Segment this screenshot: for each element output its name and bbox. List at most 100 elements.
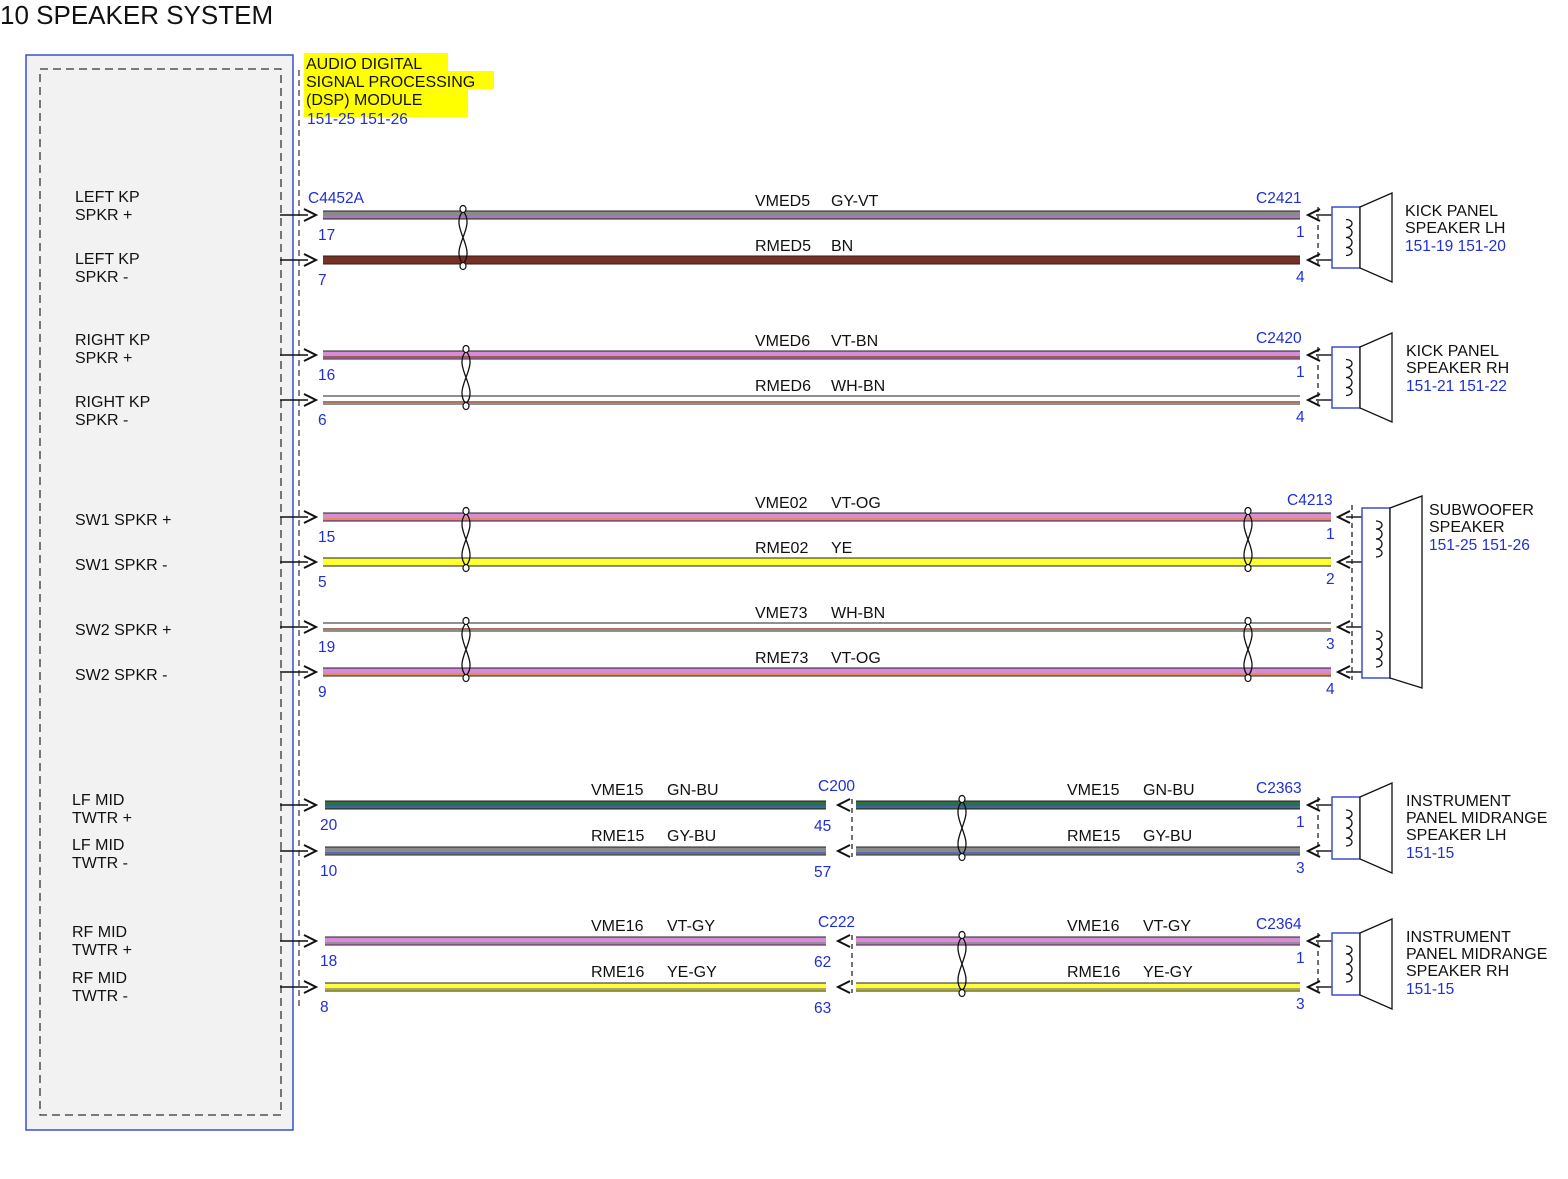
module-pin-label: LF MID <box>72 792 124 809</box>
twist-end <box>462 673 470 683</box>
inline-connector-arrow <box>835 844 851 858</box>
wire-color-code: VT-GY <box>667 918 715 935</box>
module-name-line: (DSP) MODULE <box>306 92 422 109</box>
speaker-cone-icon <box>1359 332 1393 423</box>
speaker-cone-icon <box>1359 918 1393 1010</box>
speaker-cone-icon <box>1359 192 1393 283</box>
wire-color-code: GY-BU <box>667 828 716 845</box>
speaker-name: SPEAKER <box>1429 519 1505 536</box>
inline-connector-arrow <box>835 980 851 994</box>
module-pin-label: SW2 SPKR + <box>75 622 171 639</box>
speaker-name: INSTRUMENT <box>1406 929 1511 946</box>
twist-end <box>459 204 467 214</box>
twist-end <box>462 344 470 354</box>
module-pin-label: RIGHT KP <box>75 332 150 349</box>
speaker-ref-link[interactable]: 151-19 151-20 <box>1405 238 1506 255</box>
speaker-name: SPEAKER RH <box>1406 963 1509 980</box>
wire-color-code: VT-GY <box>1143 918 1191 935</box>
far-pin-number: 4 <box>1296 409 1305 426</box>
wire-color-code: GN-BU <box>667 782 719 799</box>
speakers: KICK PANELSPEAKER LH151-19 151-20KICK PA… <box>1317 192 1547 1010</box>
module-pin-label: SW2 SPKR - <box>75 667 167 684</box>
far-connector-id: C2420 <box>1256 330 1302 347</box>
module-pin-label: LF MID <box>72 837 124 854</box>
module-pin-number: 10 <box>320 863 338 880</box>
circuit-id: VMED6 <box>755 333 810 350</box>
speaker-name: KICK PANEL <box>1405 203 1498 220</box>
module-pin-label: SW1 SPKR - <box>75 557 167 574</box>
speaker-name: KICK PANEL <box>1406 343 1499 360</box>
twist-end <box>1244 616 1252 626</box>
module-pin-label: LEFT KP <box>75 189 140 206</box>
speaker-name: PANEL MIDRANGE <box>1406 946 1547 963</box>
circuit-id: RME16 <box>1067 964 1120 981</box>
speaker-ref-link[interactable]: 151-21 151-22 <box>1406 378 1507 395</box>
wire-color-code: GN-BU <box>1143 782 1195 799</box>
module-pin-number: 8 <box>320 999 329 1016</box>
far-pin-number: 2 <box>1326 571 1335 588</box>
circuit-id: VME73 <box>755 605 808 622</box>
twist-end <box>462 616 470 626</box>
circuit-id: RME15 <box>1067 828 1120 845</box>
far-pin-number: 1 <box>1296 950 1305 967</box>
wire-color-code: WH-BN <box>831 378 885 395</box>
far-pin-number: 1 <box>1296 364 1305 381</box>
twist-end <box>958 852 966 862</box>
far-connector-id: C2364 <box>1256 916 1302 933</box>
speaker-ref-link[interactable]: 151-25 151-26 <box>1429 537 1530 554</box>
wire-color-code: YE <box>831 540 852 557</box>
module-pin-label: LEFT KP <box>75 251 140 268</box>
module-pin-label: TWTR - <box>72 855 128 872</box>
circuit-id: RMED5 <box>755 238 811 255</box>
speaker-name: INSTRUMENT <box>1406 793 1511 810</box>
wire-color-code: VT-OG <box>831 495 881 512</box>
wire-color-code: VT-OG <box>831 650 881 667</box>
speaker-ref-link[interactable]: 151-15 <box>1406 845 1454 862</box>
module-pin-label: RF MID <box>72 970 127 987</box>
circuit-id: RME15 <box>591 828 644 845</box>
twist-end <box>958 988 966 998</box>
inline-pin-number: 45 <box>814 818 831 835</box>
speaker-name: PANEL MIDRANGE <box>1406 810 1547 827</box>
dsp-module-box <box>25 54 294 1131</box>
far-pin-number: 3 <box>1296 996 1305 1013</box>
module-ref-link[interactable]: 151-25 151-26 <box>307 111 408 128</box>
module-pin-number: 19 <box>318 639 335 656</box>
module-pin-number: 16 <box>318 367 335 384</box>
wire-color-code: VT-BN <box>831 333 878 350</box>
speaker-name: SPEAKER RH <box>1406 360 1509 377</box>
wire-color-code: YE-GY <box>667 964 717 981</box>
circuit-id: RMED6 <box>755 378 811 395</box>
circuit-id: RME02 <box>755 540 808 557</box>
inline-connector-id: C222 <box>818 914 855 931</box>
speaker-ref-link[interactable]: 151-15 <box>1406 981 1454 998</box>
far-pin-number: 3 <box>1326 636 1335 653</box>
module-pin-label: TWTR - <box>72 988 128 1005</box>
far-pin-number: 4 <box>1326 681 1335 698</box>
far-pin-number: 1 <box>1326 526 1335 543</box>
module-pin-label: TWTR + <box>72 810 132 827</box>
twist-end <box>1244 506 1252 516</box>
far-connector-id: C2363 <box>1256 780 1302 797</box>
twist-end <box>459 261 467 271</box>
module-connector-id[interactable]: C4452A <box>308 190 365 207</box>
speaker-name: SPEAKER LH <box>1405 220 1505 237</box>
twist-end <box>462 506 470 516</box>
inline-connector-arrow <box>835 798 851 812</box>
circuit-id: RME73 <box>755 650 808 667</box>
module-pin-number: 18 <box>320 953 337 970</box>
far-connector-id: C2421 <box>1256 190 1302 207</box>
module-pin-label: SPKR - <box>75 269 128 286</box>
twist-end <box>958 930 966 940</box>
module-pin-label: RIGHT KP <box>75 394 150 411</box>
wire-color-code: GY-BU <box>1143 828 1192 845</box>
twist-end <box>462 563 470 573</box>
twist-end <box>1244 563 1252 573</box>
wire-color-code: WH-BN <box>831 605 885 622</box>
inline-connector-arrow <box>835 934 851 948</box>
module-pin-number: 15 <box>318 529 335 546</box>
speaker-cone-icon <box>1389 495 1423 689</box>
circuit-id: VME02 <box>755 495 808 512</box>
speaker-name: SPEAKER LH <box>1406 827 1506 844</box>
wiring-diagram: 10 SPEAKER SYSTEM AUDIO DIGITAL SIGNAL P… <box>0 0 1547 1131</box>
